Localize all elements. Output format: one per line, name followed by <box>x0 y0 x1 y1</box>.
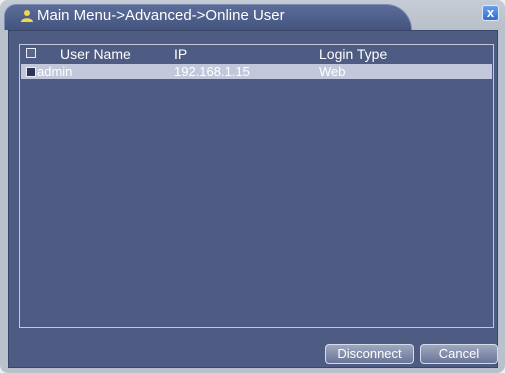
online-user-list: User Name IP Login Type admin 192.168.1.… <box>19 44 494 328</box>
table-row[interactable]: admin 192.168.1.15 Web <box>21 64 492 79</box>
column-header-user-name[interactable]: User Name <box>60 46 131 62</box>
cancel-button[interactable]: Cancel <box>420 344 498 364</box>
close-icon: x <box>486 5 495 20</box>
select-all-checkbox[interactable] <box>26 48 36 58</box>
title-bar: Main Menu->Advanced->Online User x <box>0 0 505 30</box>
column-header-ip[interactable]: IP <box>174 46 187 62</box>
window-title: Main Menu->Advanced->Online User <box>37 7 285 24</box>
column-header-login-type[interactable]: Login Type <box>319 46 387 62</box>
disconnect-button[interactable]: Disconnect <box>325 344 414 364</box>
online-user-dialog: Main Menu->Advanced->Online User x User … <box>0 0 505 373</box>
user-icon <box>21 10 33 22</box>
row-checkbox[interactable] <box>26 67 36 77</box>
cell-login-type: Web <box>319 64 346 79</box>
cell-ip: 192.168.1.15 <box>174 64 250 79</box>
cell-user-name: admin <box>37 64 73 79</box>
close-button[interactable]: x <box>482 5 499 21</box>
list-header: User Name IP Login Type <box>20 45 493 63</box>
